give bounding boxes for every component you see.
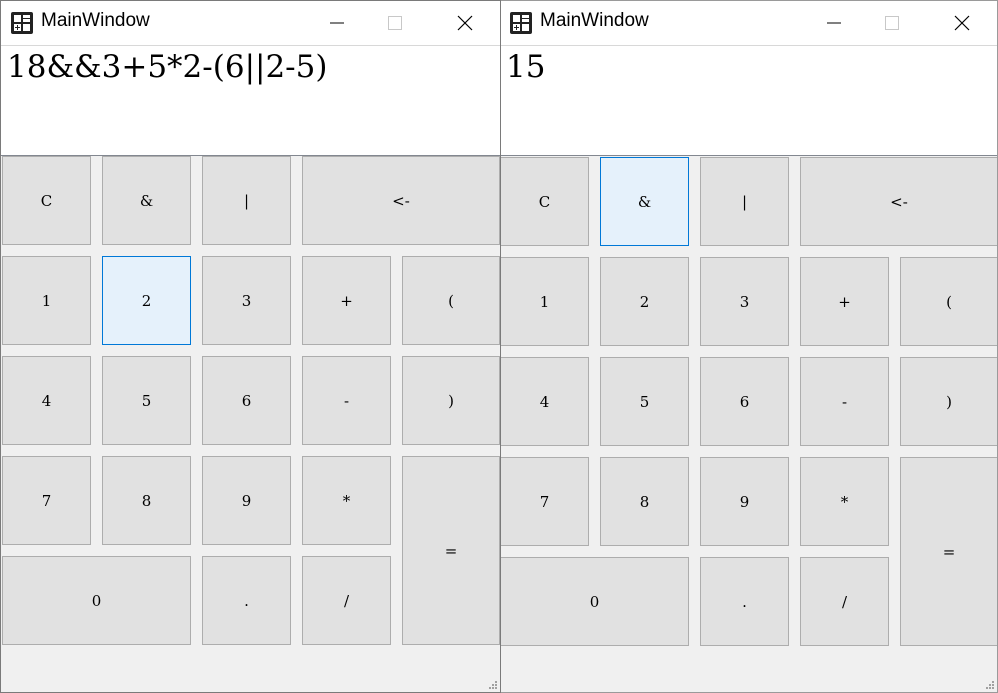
expression-display[interactable]: 18&&3+5*2-(6||2-5)	[1, 46, 500, 156]
digit-2-button[interactable]: 2	[600, 257, 689, 346]
clear-button[interactable]: C	[500, 157, 589, 246]
display-text: 15	[506, 49, 546, 85]
calculator-icon	[11, 12, 33, 34]
minimize-button[interactable]	[811, 1, 857, 45]
calculator-icon	[510, 12, 532, 34]
close-icon	[954, 15, 970, 31]
decimal-button[interactable]: .	[700, 557, 789, 646]
resize-grip-icon[interactable]	[984, 679, 995, 690]
result-display[interactable]: 15	[500, 46, 997, 156]
calculator-window-left: MainWindow 18&&3+5*2-(6||2-5) C & | <- 1…	[0, 0, 501, 693]
digit-6-button[interactable]: 6	[202, 356, 291, 445]
close-button[interactable]	[939, 1, 985, 45]
digit-3-button[interactable]: 3	[700, 257, 789, 346]
left-paren-button[interactable]: (	[402, 256, 500, 345]
digit-4-button[interactable]: 4	[500, 357, 589, 446]
digit-0-button[interactable]: 0	[500, 557, 689, 646]
left-paren-button[interactable]: (	[900, 257, 997, 346]
display-text: 18&&3+5*2-(6||2-5)	[7, 49, 328, 85]
minimize-button[interactable]	[314, 1, 360, 45]
resize-grip-icon[interactable]	[487, 679, 498, 690]
window-title: MainWindow	[540, 10, 649, 31]
maximize-icon	[388, 16, 402, 30]
multiply-button[interactable]: *	[800, 457, 889, 546]
maximize-icon	[885, 16, 899, 30]
backspace-button[interactable]: <-	[302, 156, 500, 245]
plus-button[interactable]: +	[800, 257, 889, 346]
digit-4-button[interactable]: 4	[2, 356, 91, 445]
minus-button[interactable]: -	[800, 357, 889, 446]
digit-8-button[interactable]: 8	[600, 457, 689, 546]
plus-button[interactable]: +	[302, 256, 391, 345]
close-button[interactable]	[442, 1, 488, 45]
divide-button[interactable]: /	[800, 557, 889, 646]
window-title: MainWindow	[41, 10, 150, 31]
and-button[interactable]: &	[102, 156, 191, 245]
digit-9-button[interactable]: 9	[202, 456, 291, 545]
digit-3-button[interactable]: 3	[202, 256, 291, 345]
clear-button[interactable]: C	[2, 156, 91, 245]
digit-0-button[interactable]: 0	[2, 556, 191, 645]
decimal-button[interactable]: .	[202, 556, 291, 645]
minimize-icon	[330, 22, 344, 24]
maximize-button[interactable]	[869, 1, 915, 45]
digit-5-button[interactable]: 5	[600, 357, 689, 446]
equals-button[interactable]: =	[900, 457, 997, 646]
minus-button[interactable]: -	[302, 356, 391, 445]
title-bar[interactable]: MainWindow	[500, 1, 997, 46]
calculator-window-right: MainWindow 15 C & | <- 1 2 3 + ( 4 5 6 -…	[500, 0, 998, 693]
digit-6-button[interactable]: 6	[700, 357, 789, 446]
equals-button[interactable]: =	[402, 456, 500, 645]
backspace-button[interactable]: <-	[800, 157, 997, 246]
close-icon	[457, 15, 473, 31]
digit-9-button[interactable]: 9	[700, 457, 789, 546]
and-button[interactable]: &	[600, 157, 689, 246]
digit-5-button[interactable]: 5	[102, 356, 191, 445]
right-paren-button[interactable]: )	[900, 357, 997, 446]
digit-7-button[interactable]: 7	[2, 456, 91, 545]
digit-2-button[interactable]: 2	[102, 256, 191, 345]
digit-1-button[interactable]: 1	[2, 256, 91, 345]
minimize-icon	[827, 22, 841, 24]
digit-7-button[interactable]: 7	[500, 457, 589, 546]
divide-button[interactable]: /	[302, 556, 391, 645]
right-paren-button[interactable]: )	[402, 356, 500, 445]
digit-1-button[interactable]: 1	[500, 257, 589, 346]
title-bar[interactable]: MainWindow	[1, 1, 500, 46]
maximize-button[interactable]	[372, 1, 418, 45]
digit-8-button[interactable]: 8	[102, 456, 191, 545]
or-button[interactable]: |	[202, 156, 291, 245]
or-button[interactable]: |	[700, 157, 789, 246]
multiply-button[interactable]: *	[302, 456, 391, 545]
